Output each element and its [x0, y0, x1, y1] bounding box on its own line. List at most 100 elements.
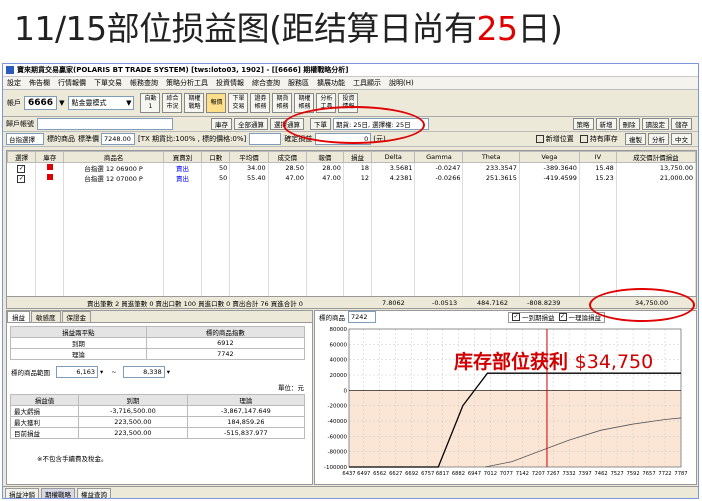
grid-header: 選擇 庫存 商品名 買賣別 口數 平均價 成交價 報價 損益 Delta Gamma Theta Veg… [6, 151, 697, 163]
column-header[interactable]: 報價 [305, 151, 344, 163]
empty-cell [579, 210, 617, 219]
legend-expiry-checkbox[interactable]: ✓ [512, 313, 520, 321]
toolbar-button[interactable]: 期貨 帳務 [272, 93, 293, 113]
empty-cell [306, 255, 344, 264]
position-button[interactable]: 全部通算 [234, 118, 268, 130]
menu-item[interactable]: 行情報價 [58, 78, 86, 88]
strategy-button[interactable]: 刪除 [618, 118, 640, 130]
panel-tab[interactable]: 保證金 [61, 311, 91, 322]
menu-item[interactable]: 設定 [7, 78, 21, 88]
mode-select[interactable]: 點金靈模式 ▼ [68, 96, 135, 110]
toolbar-button[interactable]: 證券 帳務 [250, 93, 271, 113]
toolbar-button[interactable]: 綜合 市況 [162, 93, 183, 113]
x-tick-label: 6497 [357, 471, 370, 477]
x-tick-label: 7592 [626, 471, 639, 477]
range-low-input[interactable]: 6,163 [56, 366, 98, 378]
empty-cell [616, 264, 697, 273]
price-input[interactable]: 7248.00 [101, 133, 135, 145]
pnl-header-row: 損益值 到期 理論 [10, 394, 306, 406]
empty-cell [163, 192, 203, 201]
group-label: 歸戶帳號 [6, 120, 34, 128]
table-row[interactable]: ✓ 台指選 12 06900 P 賣出 50 34.00 28.50 28.00 18 3.56… [7, 162, 697, 173]
empty-cell [579, 273, 617, 282]
column-header[interactable]: 成交價計價損益 [615, 151, 697, 163]
empty-cell [519, 219, 580, 228]
empty-cell [63, 219, 164, 228]
empty-cell [414, 273, 464, 282]
hold-checkbox[interactable] [579, 135, 588, 143]
empty-cell [268, 282, 307, 291]
status-tab[interactable]: 權益查詢 [77, 488, 111, 498]
legend-theory-checkbox[interactable]: ✓ [558, 313, 567, 321]
panel-tab[interactable]: 損益 [7, 311, 30, 322]
row-checkbox[interactable]: ✓ [17, 174, 26, 183]
x-tick-label: 6562 [373, 471, 386, 477]
summary-theta: 484.7162 [477, 298, 509, 307]
range-spin-icon[interactable]: ▾ [100, 368, 103, 376]
empty-cell [63, 228, 164, 237]
utility-button[interactable]: 分析 [648, 133, 669, 145]
column-header[interactable]: 商品名 [63, 151, 164, 163]
toolbar-button[interactable]: 自動 1 [140, 93, 161, 113]
account-input[interactable]: 6666 [24, 96, 58, 110]
table-row[interactable]: ✓ 台指選 12 07000 P 賣出 50 55.40 47.00 47.00 12 4.23… [7, 173, 697, 183]
toolbar-button[interactable]: 期權 戰略 [184, 93, 205, 113]
select-cell[interactable]: ✓ [7, 162, 37, 173]
empty-cell [268, 255, 307, 264]
menu-item[interactable]: 說明(H) [389, 78, 414, 88]
menu-item[interactable]: 策略分析工具 [166, 78, 208, 88]
column-header[interactable]: 口數 [201, 151, 231, 163]
menu-item[interactable]: 綜合查詢 [252, 78, 280, 88]
menu-item[interactable]: 服務區 [288, 78, 309, 88]
x-tick-label: 6692 [405, 471, 418, 477]
column-header[interactable]: 選擇 [6, 151, 37, 163]
column-header[interactable]: Theta [462, 151, 520, 163]
empty-cell [163, 183, 203, 192]
range-spin-icon[interactable]: ▾ [167, 368, 170, 376]
menu-item[interactable]: 擴展功能 [317, 78, 345, 88]
menu-item[interactable]: 佈告欄 [29, 78, 50, 88]
column-header[interactable]: 成交價 [267, 151, 307, 163]
status-tab[interactable]: 損益沖銷 [5, 488, 39, 498]
menu-item[interactable]: 帳務查詢 [130, 78, 158, 88]
new-position-checkbox[interactable] [535, 135, 544, 143]
panel-tab[interactable]: 敏感度 [31, 311, 61, 322]
menu-item[interactable]: 工具顯示 [353, 78, 381, 88]
position-button[interactable]: 庫存 [211, 118, 232, 130]
range-high-input[interactable]: 8,338 [122, 366, 165, 378]
product-select[interactable]: 台指選擇 [6, 133, 44, 145]
rate-input[interactable] [249, 133, 282, 145]
empty-cell [163, 273, 203, 282]
empty-cell [414, 219, 464, 228]
empty-cell [306, 228, 344, 237]
row-checkbox[interactable]: ✓ [17, 164, 26, 173]
strategy-button[interactable]: 新增 [595, 118, 617, 130]
column-header[interactable]: IV [578, 151, 617, 163]
utility-button[interactable]: 中文 [671, 133, 692, 145]
empty-cell [462, 246, 520, 255]
status-tab[interactable]: 期權戰略 [41, 488, 75, 498]
strategy-button[interactable]: 策略 [572, 118, 594, 130]
utility-button[interactable]: 複製 [625, 133, 646, 145]
group-account-input[interactable] [37, 118, 173, 130]
strategy-button[interactable]: 讀設定 [641, 118, 669, 130]
menu-item[interactable]: 投資情報 [216, 78, 244, 88]
column-header[interactable]: 買賣別 [162, 151, 203, 163]
column-header[interactable]: 庫存 [35, 151, 65, 163]
column-header[interactable]: 損益 [342, 151, 373, 163]
column-header[interactable]: 平均價 [229, 151, 269, 163]
column-header[interactable]: Delta [371, 151, 416, 163]
column-header[interactable]: Gamma [414, 151, 464, 163]
dropdown-arrow-icon[interactable]: ▼ [59, 99, 64, 107]
menu-item[interactable]: 下單交易 [94, 78, 122, 88]
profit-annotation: 库存部位获利 $34,750 [454, 351, 654, 373]
strategy-button[interactable]: 儲存 [671, 118, 692, 130]
cell-value: 13,750.00 [616, 162, 697, 173]
column-header[interactable]: Vega [518, 151, 580, 163]
toolbar-button[interactable]: 報價 [206, 93, 227, 113]
chart-underlying-input[interactable]: 7242 [348, 311, 376, 323]
select-cell[interactable]: ✓ [7, 173, 37, 183]
toolbar-button[interactable]: 下單 交易 [228, 93, 249, 113]
empty-cell [229, 255, 269, 264]
range-label: 標的商品範圍 [11, 369, 50, 377]
